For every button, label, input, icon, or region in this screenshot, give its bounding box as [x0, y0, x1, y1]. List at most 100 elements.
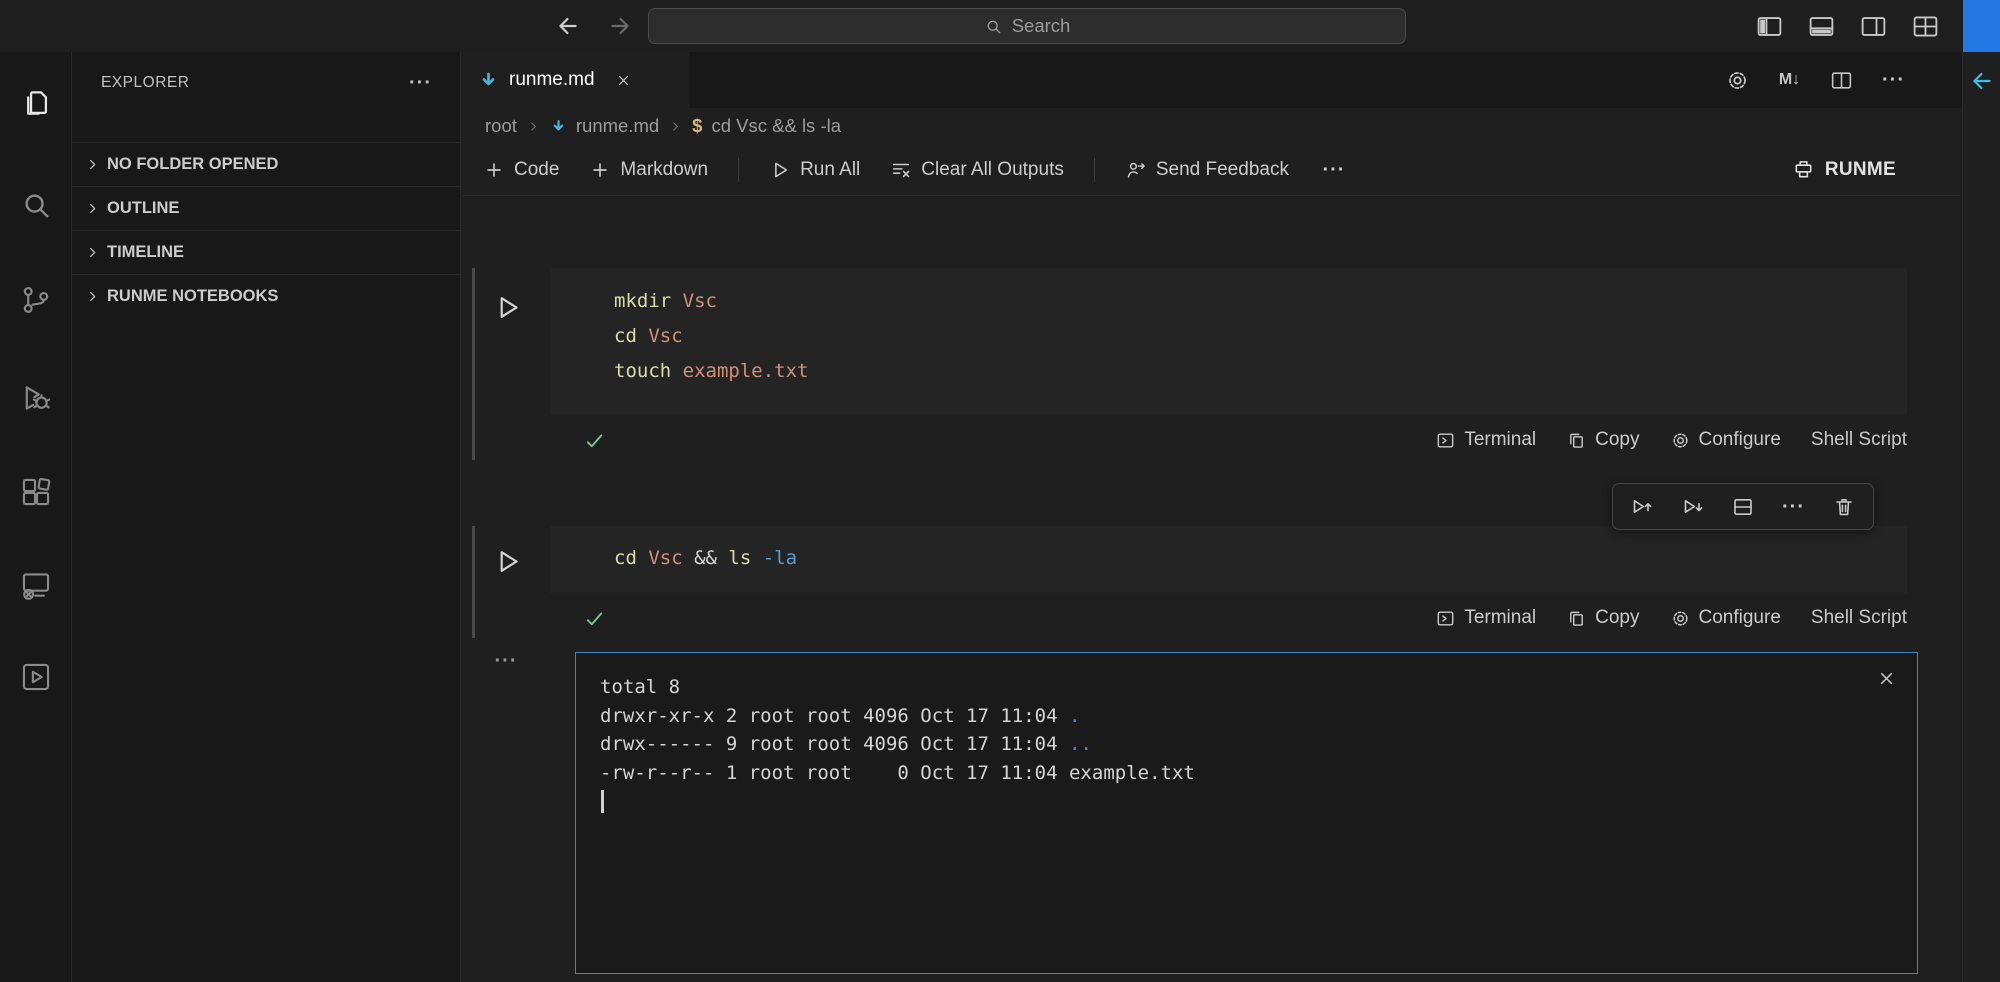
cell-focus-bar — [472, 526, 475, 638]
code-token: cd — [614, 325, 648, 347]
code-token: Vsc — [648, 547, 694, 569]
configure-button[interactable]: Configure — [1670, 429, 1781, 451]
configure-button[interactable]: Configure — [1670, 607, 1781, 629]
tab-label: runme.md — [509, 69, 595, 91]
run-cell-and-below-icon[interactable] — [1681, 495, 1705, 519]
tab-bar: runme.md M↓ ··· — [462, 52, 2000, 108]
language-picker[interactable]: Shell Script — [1811, 607, 1907, 629]
explorer-icon[interactable] — [19, 86, 53, 120]
code-token: drwx------ 9 root root 4096 Oct 17 11:04 — [600, 733, 1069, 755]
extensions-icon[interactable] — [19, 475, 53, 509]
command-center-search[interactable]: Search — [648, 8, 1406, 44]
output-more-icon[interactable]: ··· — [488, 648, 524, 674]
tab-close-icon[interactable] — [615, 72, 632, 89]
runme-file-icon — [478, 70, 499, 91]
section-label: RUNME NOTEBOOKS — [107, 287, 278, 306]
sidebar-section-timeline[interactable]: TIMELINE — [72, 230, 460, 274]
cell-status-bar: Terminal Copy Configure Shell Script — [550, 420, 1907, 460]
runme-panel-icon[interactable] — [19, 660, 53, 694]
section-label: TIMELINE — [107, 243, 184, 262]
gear-icon — [1670, 608, 1691, 629]
cell-editor[interactable]: mkdir Vsccd Vsctouch example.txt — [550, 268, 1907, 415]
run-all-button[interactable]: Run All — [769, 159, 860, 181]
send-feedback-label: Send Feedback — [1156, 159, 1289, 181]
send-feedback-button[interactable]: Send Feedback — [1125, 159, 1289, 181]
run-and-debug-icon[interactable] — [19, 381, 53, 415]
history-back-icon[interactable] — [555, 13, 581, 39]
cell-editor[interactable]: cd Vsc && ls -la — [550, 526, 1907, 593]
terminal-button[interactable]: Terminal — [1435, 607, 1536, 629]
play-icon — [769, 159, 791, 181]
sidebar-sections: NO FOLDER OPENED OUTLINE TIMELINE RUNME … — [72, 142, 460, 318]
terminal-button[interactable]: Terminal — [1435, 429, 1536, 451]
breadcrumb-root[interactable]: root — [485, 115, 517, 137]
clear-all-label: Clear All Outputs — [921, 159, 1064, 181]
run-cell-and-above-icon[interactable] — [1630, 495, 1654, 519]
language-picker[interactable]: Shell Script — [1811, 429, 1907, 451]
success-check-icon — [583, 429, 606, 452]
customize-layout-icon[interactable] — [1911, 12, 1940, 41]
code-token: example.txt — [683, 360, 809, 382]
more-actions-icon[interactable]: ··· — [1782, 495, 1806, 519]
toggle-primary-sidebar-icon[interactable] — [1755, 12, 1784, 41]
language-label: Shell Script — [1811, 429, 1907, 451]
add-code-cell-button[interactable]: Code — [483, 159, 559, 181]
sidebar-title: EXPLORER — [101, 74, 189, 92]
search-icon — [984, 17, 1003, 36]
delete-cell-icon[interactable] — [1832, 495, 1856, 519]
search-icon[interactable] — [19, 188, 53, 222]
code-line: drwxr-xr-x 2 root root 4096 Oct 17 11:04… — [600, 702, 1857, 731]
configure-label: Configure — [1699, 429, 1781, 451]
toggle-secondary-sidebar-icon[interactable] — [1859, 12, 1888, 41]
sidebar-section-outline[interactable]: OUTLINE — [72, 186, 460, 230]
code-token: Vsc — [683, 290, 717, 312]
cell-status-bar: Terminal Copy Configure Shell Script — [550, 598, 1907, 638]
copy-button[interactable]: Copy — [1566, 429, 1639, 451]
cell-code: mkdir Vsccd Vsctouch example.txt — [550, 268, 1907, 389]
tab-runme-md[interactable]: runme.md — [462, 52, 689, 108]
code-token: -rw-r--r-- 1 root root 0 Oct 17 11:04 ex… — [600, 762, 1195, 784]
clear-all-outputs-button[interactable]: Clear All Outputs — [890, 159, 1064, 181]
focus-left-arrow-icon[interactable] — [1969, 68, 1995, 94]
sidebar-section-no-folder-opened[interactable]: NO FOLDER OPENED — [72, 142, 460, 186]
terminal-output: total 8drwxr-xr-x 2 root root 4096 Oct 1… — [576, 653, 1917, 787]
split-editor-icon[interactable] — [1829, 68, 1854, 93]
code-token: Vsc — [648, 325, 682, 347]
feedback-icon — [1125, 159, 1147, 181]
chevron-right-icon — [84, 288, 101, 305]
chevron-right-icon — [84, 244, 101, 261]
toolbar-more-icon[interactable]: ··· — [1319, 158, 1349, 182]
copy-button[interactable]: Copy — [1566, 607, 1639, 629]
notebook-settings-icon[interactable] — [1725, 68, 1750, 93]
sidebar-section-runme-notebooks[interactable]: RUNME NOTEBOOKS — [72, 274, 460, 318]
play-icon — [492, 546, 523, 577]
toggle-panel-icon[interactable] — [1807, 12, 1836, 41]
breadcrumb-command[interactable]: cd Vsc && ls -la — [711, 115, 841, 137]
add-code-label: Code — [514, 159, 559, 181]
configure-label: Configure — [1699, 607, 1781, 629]
code-line: -rw-r--r-- 1 root root 0 Oct 17 11:04 ex… — [600, 759, 1857, 788]
split-cell-icon[interactable] — [1731, 495, 1755, 519]
cell-status-actions: Terminal Copy Configure Shell Script — [1435, 429, 1907, 451]
copy-label: Copy — [1595, 607, 1639, 629]
run-cell-button[interactable] — [492, 546, 523, 577]
shell-prompt-icon: $ — [692, 115, 702, 137]
section-label: OUTLINE — [107, 199, 179, 218]
cell-status-actions: Terminal Copy Configure Shell Script — [1435, 607, 1907, 629]
markdown-preview-icon[interactable]: M↓ — [1777, 68, 1802, 93]
add-markdown-cell-button[interactable]: Markdown — [589, 159, 708, 181]
terminal-label: Terminal — [1464, 607, 1536, 629]
title-bar: Search — [0, 0, 2000, 52]
sidebar-header: EXPLORER ··· — [72, 52, 460, 114]
copy-icon — [1566, 430, 1587, 451]
runme-file-icon — [550, 118, 567, 135]
chevron-right-icon — [668, 119, 683, 134]
editor-more-actions-icon[interactable]: ··· — [1881, 68, 1906, 93]
clear-output-icon[interactable] — [1876, 668, 1897, 689]
source-control-icon[interactable] — [19, 283, 53, 317]
breadcrumb-file[interactable]: runme.md — [576, 115, 659, 137]
run-cell-button[interactable] — [492, 292, 523, 323]
sidebar-more-icon[interactable]: ··· — [407, 70, 434, 97]
history-forward-icon[interactable] — [607, 13, 633, 39]
remote-explorer-icon[interactable] — [19, 568, 53, 602]
